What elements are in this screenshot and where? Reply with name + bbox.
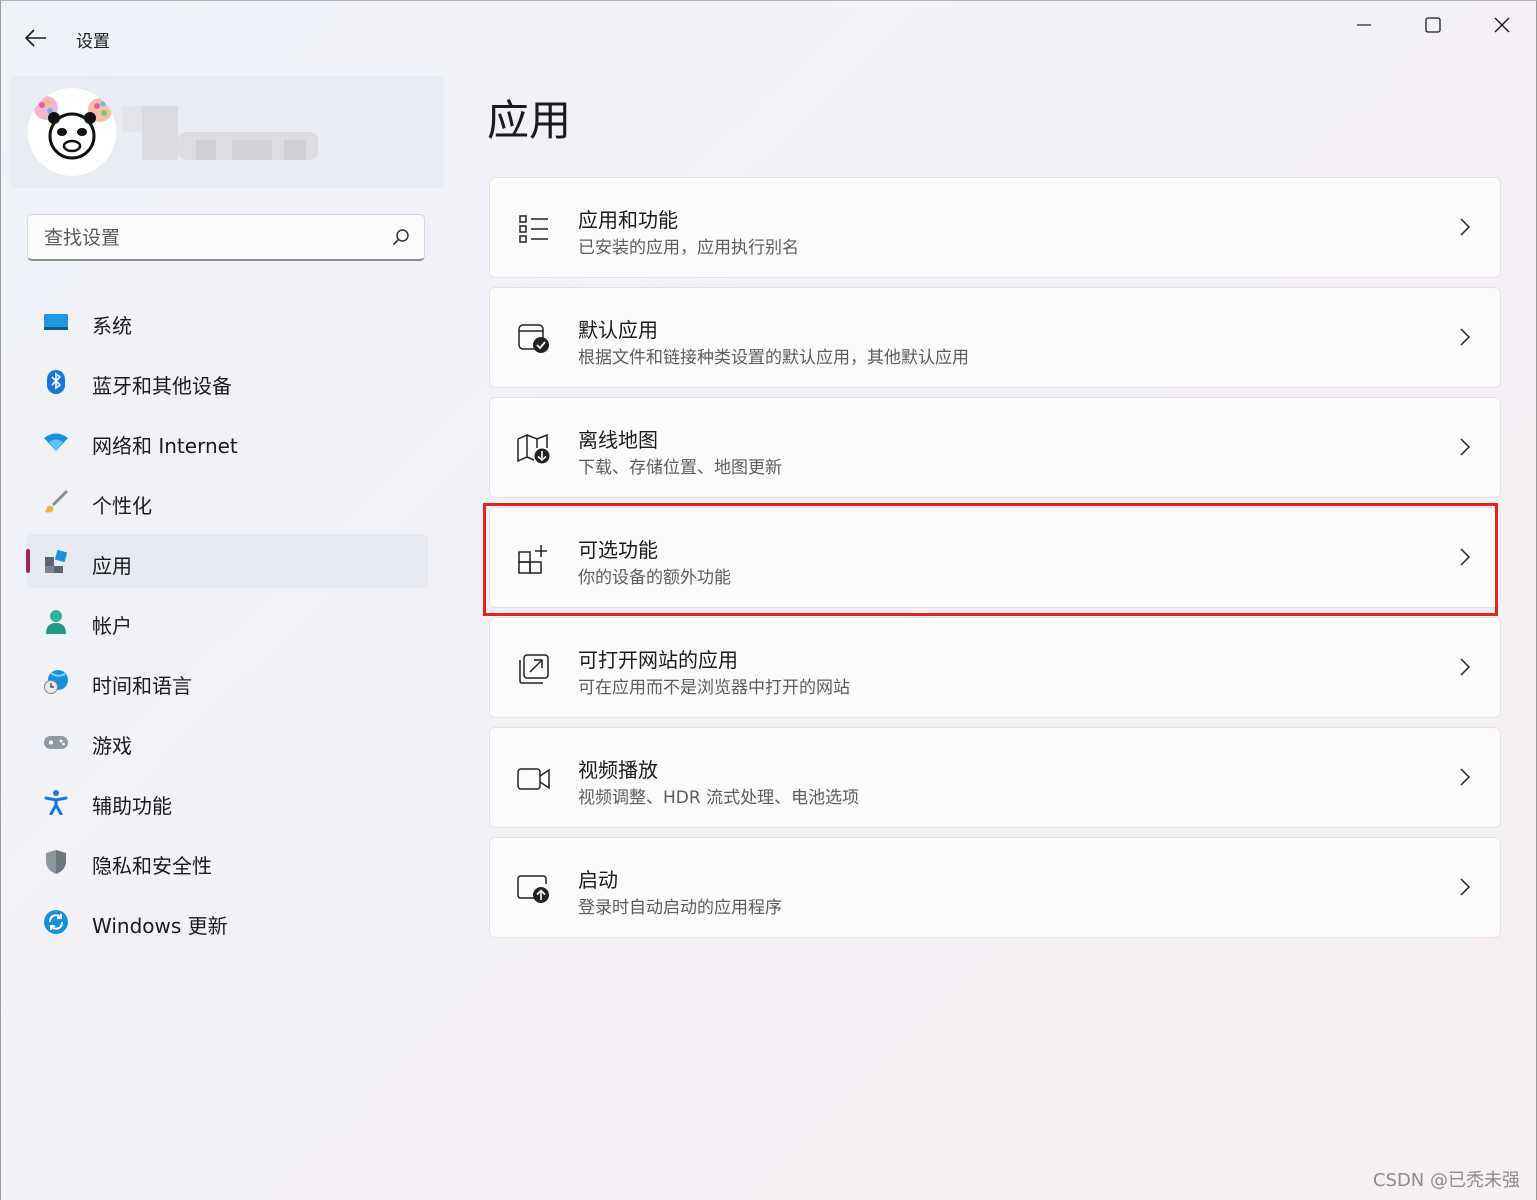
minimize-button[interactable] <box>1341 9 1387 41</box>
chevron-right-icon <box>1460 218 1470 236</box>
maximize-icon <box>1425 17 1441 33</box>
sidebar-item-label: 游戏 <box>92 734 132 758</box>
video-camera-icon <box>514 759 554 799</box>
card-apps-for-websites[interactable]: 可打开网站的应用 可在应用而不是浏览器中打开的网站 <box>489 617 1501 718</box>
app-title: 设置 <box>76 32 110 52</box>
card-subtitle: 已安装的应用，应用执行别名 <box>578 238 799 258</box>
list-icon <box>514 209 554 249</box>
chevron-right-icon <box>1460 548 1470 566</box>
sidebar-item-label: Windows 更新 <box>92 914 228 938</box>
default-apps-icon <box>514 319 554 359</box>
gamepad-icon <box>42 729 70 755</box>
close-button[interactable] <box>1479 9 1525 41</box>
sidebar-item-label: 系统 <box>92 314 132 338</box>
avatar <box>28 88 116 176</box>
chevron-right-icon <box>1460 438 1470 456</box>
back-button[interactable] <box>21 25 51 51</box>
search-box[interactable] <box>27 214 425 261</box>
chevron-right-icon <box>1460 658 1470 676</box>
sidebar-item-label: 帐户 <box>92 614 132 638</box>
sidebar-item-gaming[interactable]: 游戏 <box>26 714 428 768</box>
brush-icon <box>42 489 70 515</box>
startup-icon <box>514 869 554 909</box>
card-optional-features[interactable]: 可选功能 你的设备的额外功能 <box>489 507 1501 608</box>
settings-card-list: 应用和功能 已安装的应用，应用执行别名 默认应用 根据文件和链接种类设置的默认应… <box>489 177 1501 947</box>
card-startup[interactable]: 启动 登录时自动启动的应用程序 <box>489 837 1501 938</box>
sidebar-item-bluetooth[interactable]: 蓝牙和其他设备 <box>26 354 428 408</box>
accessibility-icon <box>42 789 70 815</box>
update-icon <box>42 909 70 935</box>
card-default-apps[interactable]: 默认应用 根据文件和链接种类设置的默认应用，其他默认应用 <box>489 287 1501 388</box>
offline-map-icon <box>514 429 554 469</box>
card-subtitle: 视频调整、HDR 流式处理、电池选项 <box>578 788 860 808</box>
blurred-username <box>122 104 322 160</box>
watermark: CSDN @已秃未强 <box>1372 1170 1520 1191</box>
apps-icon <box>42 549 70 575</box>
sidebar-item-personalization[interactable]: 个性化 <box>26 474 428 528</box>
card-video-playback[interactable]: 视频播放 视频调整、HDR 流式处理、电池选项 <box>489 727 1501 828</box>
sidebar-item-label: 网络和 Internet <box>92 434 238 458</box>
card-subtitle: 根据文件和链接种类设置的默认应用，其他默认应用 <box>578 348 969 368</box>
card-title: 应用和功能 <box>578 208 678 232</box>
sidebar-nav: 系统 蓝牙和其他设备 网络和 Internet 个性化 应用 帐户 时间和语言 … <box>26 294 428 954</box>
sidebar-item-windows-update[interactable]: Windows 更新 <box>26 894 428 948</box>
chevron-right-icon <box>1460 768 1470 786</box>
title-bar: 设置 <box>1 1 1536 73</box>
card-offline-maps[interactable]: 离线地图 下载、存储位置、地图更新 <box>489 397 1501 498</box>
settings-window: 设置 查找设置 系统 蓝牙和其他设备 网络和 Internet 个性化 应用 帐… <box>0 0 1537 1200</box>
card-subtitle: 下载、存储位置、地图更新 <box>578 458 782 478</box>
chevron-right-icon <box>1460 878 1470 896</box>
open-website-icon <box>514 649 554 689</box>
active-indicator <box>26 549 30 573</box>
card-subtitle: 你的设备的额外功能 <box>578 568 731 588</box>
page-title: 应用 <box>487 96 572 145</box>
sidebar-item-label: 时间和语言 <box>92 674 192 698</box>
back-arrow-icon <box>25 29 46 47</box>
card-title: 启动 <box>578 868 618 892</box>
sidebar-item-label: 辅助功能 <box>92 794 172 818</box>
sidebar-item-accounts[interactable]: 帐户 <box>26 594 428 648</box>
optional-features-icon <box>514 539 554 579</box>
sidebar-item-label: 应用 <box>92 554 132 578</box>
sidebar-item-label: 蓝牙和其他设备 <box>92 374 232 398</box>
monitor-icon <box>42 309 70 335</box>
user-profile[interactable] <box>10 76 444 188</box>
card-subtitle: 可在应用而不是浏览器中打开的网站 <box>578 678 850 698</box>
globe-clock-icon <box>42 669 70 695</box>
card-title: 离线地图 <box>578 428 658 452</box>
sidebar-item-accessibility[interactable]: 辅助功能 <box>26 774 428 828</box>
sidebar-item-label: 隐私和安全性 <box>92 854 212 878</box>
chevron-right-icon <box>1460 328 1470 346</box>
sidebar-item-system[interactable]: 系统 <box>26 294 428 348</box>
search-icon[interactable] <box>392 228 410 246</box>
close-icon <box>1494 17 1510 33</box>
wifi-icon <box>42 429 70 455</box>
card-subtitle: 登录时自动启动的应用程序 <box>578 898 782 918</box>
card-title: 视频播放 <box>578 758 658 782</box>
card-title: 可选功能 <box>578 538 658 562</box>
sidebar-item-time-language[interactable]: 时间和语言 <box>26 654 428 708</box>
sidebar-item-network[interactable]: 网络和 Internet <box>26 414 428 468</box>
bluetooth-icon <box>42 369 70 395</box>
card-title: 默认应用 <box>578 318 658 342</box>
sidebar-item-privacy[interactable]: 隐私和安全性 <box>26 834 428 888</box>
minimize-icon <box>1357 24 1371 26</box>
shield-icon <box>42 849 70 875</box>
search-input[interactable] <box>42 223 376 253</box>
person-icon <box>42 609 70 635</box>
card-title: 可打开网站的应用 <box>578 648 738 672</box>
sidebar-item-apps[interactable]: 应用 <box>26 534 428 588</box>
card-apps-features[interactable]: 应用和功能 已安装的应用，应用执行别名 <box>489 177 1501 278</box>
sidebar-item-label: 个性化 <box>92 494 152 518</box>
maximize-button[interactable] <box>1410 9 1456 41</box>
